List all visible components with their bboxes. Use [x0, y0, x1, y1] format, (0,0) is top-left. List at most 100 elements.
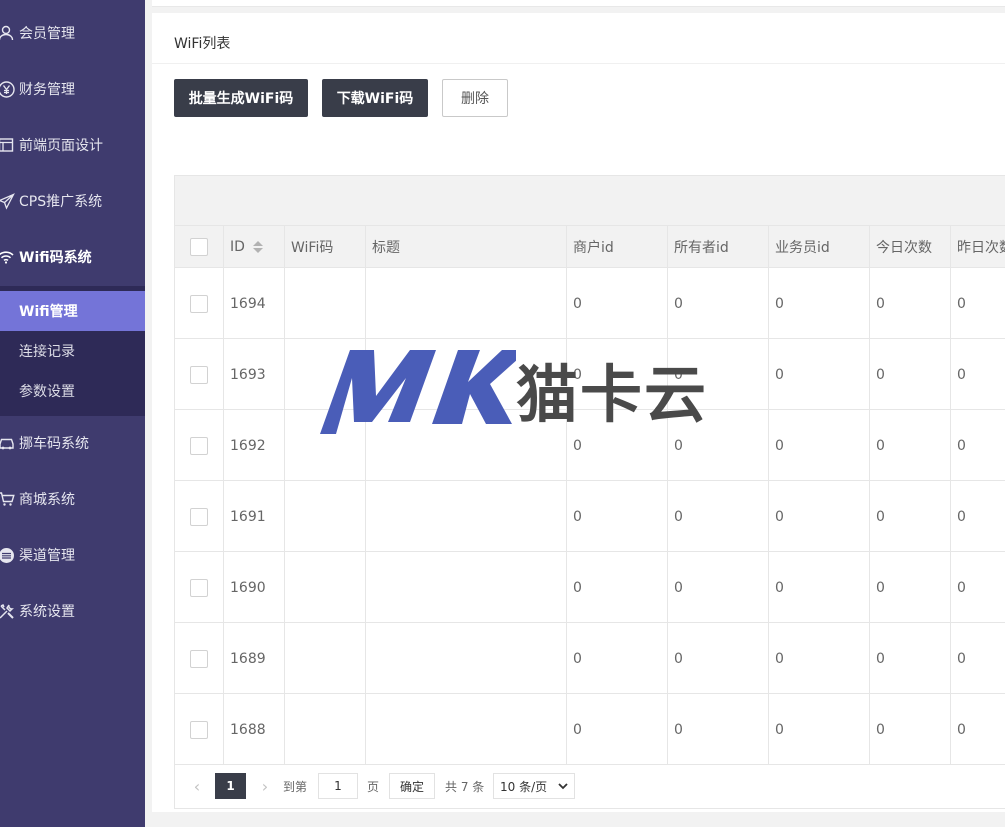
sidebar-item-members[interactable]: 会员管理	[0, 5, 145, 61]
cell-title	[366, 410, 567, 481]
sidebar-item-label: 会员管理	[19, 26, 75, 42]
row-checkbox-cell	[175, 339, 224, 410]
sidebar-item-cps[interactable]: CPS推广系统	[0, 173, 145, 229]
select-all-checkbox[interactable]	[190, 238, 208, 256]
table-row[interactable]: 1689 0 0 0 0 0	[175, 623, 1005, 694]
sidebar-item-frontend-design[interactable]: 前端页面设计	[0, 117, 145, 173]
sidebar-item-parking-code[interactable]: 挪车码系统	[0, 415, 145, 471]
column-header-yesterday-count: 昨日次数	[957, 240, 1005, 256]
cell-id: 1689	[224, 623, 285, 694]
window-icon	[0, 136, 15, 154]
page-unit-label: 页	[367, 779, 380, 794]
row-checkbox-cell	[175, 623, 224, 694]
page-size-value: 10 条/页	[500, 779, 548, 794]
cell-title	[366, 623, 567, 694]
cell-owner-id: 0	[668, 694, 769, 765]
row-checkbox-cell	[175, 410, 224, 481]
sidebar-item-label: 渠道管理	[19, 548, 75, 564]
cell-yesterday-count: 0	[957, 437, 966, 454]
cell-salesman-id: 0	[769, 268, 870, 339]
delete-button[interactable]: 删除	[442, 79, 508, 117]
cell-today-count: 0	[870, 481, 951, 552]
yen-icon	[0, 80, 15, 98]
goto-label: 到第	[283, 779, 308, 794]
header-checkbox-cell	[175, 226, 224, 268]
page-title: WiFi列表	[174, 36, 231, 52]
next-page-button[interactable]: ›	[255, 773, 275, 799]
cell-yesterday-count: 0	[957, 721, 966, 738]
table-row[interactable]: 1691 0 0 0 0 0	[175, 481, 1005, 552]
goto-page-input[interactable]: 1	[318, 773, 358, 799]
submenu-item-label: 参数设置	[19, 384, 75, 400]
sort-icon[interactable]	[252, 241, 263, 253]
cell-salesman-id: 0	[769, 481, 870, 552]
sidebar-item-label: 商城系统	[19, 492, 75, 508]
column-header-id[interactable]: ID	[224, 226, 285, 268]
column-header-title: 标题	[366, 226, 567, 268]
cell-salesman-id: 0	[769, 339, 870, 410]
cell-merchant-id: 0	[567, 694, 668, 765]
cell-wifi-code	[285, 410, 366, 481]
row-checkbox[interactable]	[190, 365, 208, 384]
cell-owner-id: 0	[668, 552, 769, 623]
table-row[interactable]: 1693 0 0 0 0 0	[175, 339, 1005, 410]
sidebar-item-label: Wifi码系统	[19, 250, 92, 266]
table-row[interactable]: 1694 0 0 0 0 0	[175, 268, 1005, 339]
cell-yesterday-count: 0	[957, 508, 966, 525]
cell-yesterday-count: 0	[957, 579, 966, 596]
page-size-select[interactable]: 10 条/页	[493, 773, 575, 799]
column-header-salesman-id: 业务员id	[769, 226, 870, 268]
cell-merchant-id: 0	[567, 552, 668, 623]
sidebar-item-mall[interactable]: 商城系统	[0, 471, 145, 527]
sidebar-item-finance[interactable]: 财务管理	[0, 61, 145, 117]
submenu-item-parameters[interactable]: 参数设置	[0, 371, 145, 411]
table-row[interactable]: 1692 0 0 0 0 0	[175, 410, 1005, 481]
submenu-item-wifi-manage[interactable]: Wifi管理	[0, 291, 145, 331]
row-checkbox[interactable]	[190, 436, 208, 455]
batch-generate-button[interactable]: 批量生成WiFi码	[174, 79, 308, 117]
cell-id: 1693	[224, 339, 285, 410]
cell-title	[366, 268, 567, 339]
cell-title	[366, 339, 567, 410]
cell-owner-id: 0	[668, 339, 769, 410]
table-row[interactable]: 1688 0 0 0 0 0	[175, 694, 1005, 765]
wifi-table: ID WiFi码 标题 商户id 所有者id 业务员id 今日次数 昨日次数 1…	[174, 175, 1005, 765]
row-checkbox-cell	[175, 481, 224, 552]
cell-id: 1692	[224, 410, 285, 481]
car-icon	[0, 434, 15, 452]
cell-today-count: 0	[870, 623, 951, 694]
cell-title	[366, 694, 567, 765]
cell-wifi-code	[285, 268, 366, 339]
sidebar-item-label: 财务管理	[19, 82, 75, 98]
row-checkbox[interactable]	[190, 720, 208, 739]
cell-merchant-id: 0	[567, 339, 668, 410]
cell-today-count: 0	[870, 552, 951, 623]
submenu-item-connection-log[interactable]: 连接记录	[0, 331, 145, 371]
cell-yesterday-count: 0	[957, 650, 966, 667]
cell-owner-id: 0	[668, 410, 769, 481]
divider	[152, 63, 1005, 64]
row-checkbox[interactable]	[190, 294, 208, 313]
sidebar-item-wifi-system[interactable]: Wifi码系统	[0, 229, 145, 285]
sidebar-item-settings[interactable]: 系统设置	[0, 583, 145, 639]
prev-page-button[interactable]: ‹	[187, 773, 207, 799]
cell-salesman-id: 0	[769, 552, 870, 623]
current-page[interactable]: 1	[215, 773, 246, 799]
cell-today-count: 0	[870, 694, 951, 765]
table-row[interactable]: 1690 0 0 0 0 0	[175, 552, 1005, 623]
cell-id: 1690	[224, 552, 285, 623]
row-checkbox-cell	[175, 268, 224, 339]
pagination: ‹ 1 › 到第 1 页 确定 共 7 条 10 条/页	[174, 765, 1005, 809]
download-wifi-code-button[interactable]: 下载WiFi码	[322, 79, 428, 117]
sidebar-item-channels[interactable]: 渠道管理	[0, 527, 145, 583]
cell-wifi-code	[285, 694, 366, 765]
sidebar-item-label: 系统设置	[19, 604, 75, 620]
chevron-down-icon	[558, 779, 568, 793]
row-checkbox[interactable]	[190, 507, 208, 526]
goto-confirm-button[interactable]: 确定	[389, 773, 435, 799]
top-strip	[152, 0, 1005, 7]
cell-id: 1694	[224, 268, 285, 339]
cell-title	[366, 481, 567, 552]
row-checkbox[interactable]	[190, 649, 208, 668]
row-checkbox[interactable]	[190, 578, 208, 597]
